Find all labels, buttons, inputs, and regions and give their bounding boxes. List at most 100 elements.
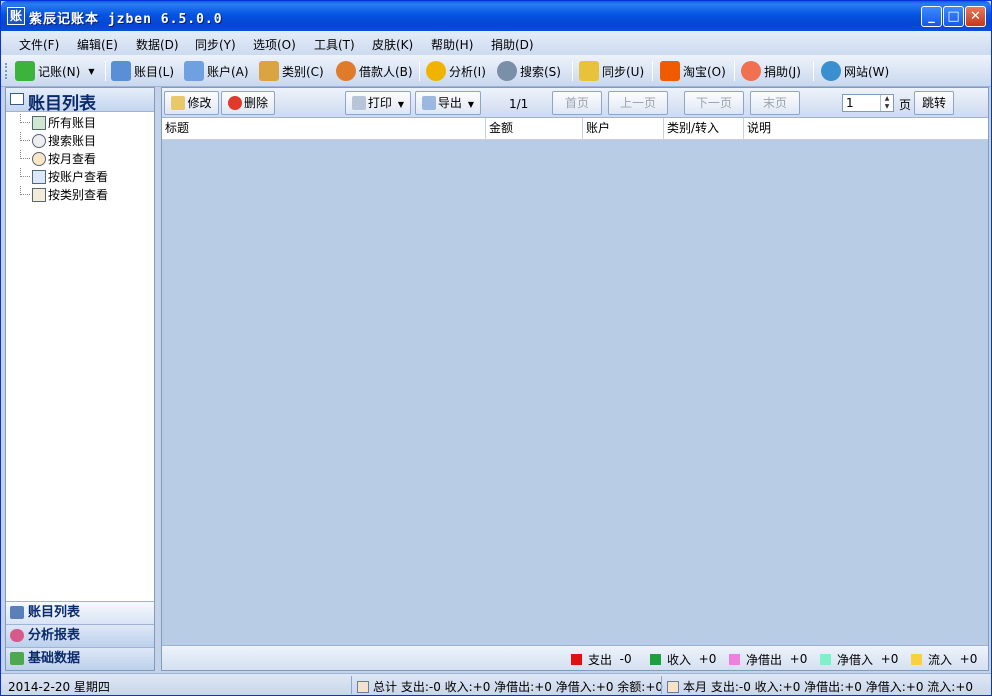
tree-item-search-entries[interactable]: 搜索账目 [12,132,152,150]
status-separator [351,676,352,694]
prev-page-button[interactable]: 上一页 [608,91,668,115]
legend-swatch [650,653,661,665]
delete-button[interactable]: 删除 [221,91,275,115]
menu-skin[interactable]: 皮肤(K) [372,36,413,53]
legend-bar: 支出 -0 收入 +0 净借出 +0 净借入 +0 流入 +0 [162,645,988,670]
main-toolbar: 记账(N) ▼ 账目(L) 账户(A) 类别(C) 借款人(B) 分析(I) 搜… [1,55,991,87]
legend-value: +0 [698,652,717,666]
record-button[interactable]: 记账(N) ▼ [15,59,95,83]
column-header-account[interactable]: 账户 [583,118,664,140]
category-button[interactable]: 类别(C) [259,59,324,83]
nav-tab-reports[interactable]: 分析报表 [6,624,154,647]
window-title: 紫辰记账本 jzben 6.5.0.0 [29,12,223,27]
nav-tab-base-data[interactable]: 基础数据 [6,647,154,670]
menu-options[interactable]: 选项(O) [253,36,296,53]
entry-table-body[interactable] [162,140,988,645]
sync-button[interactable]: 同步(U) [579,59,644,83]
taobao-button[interactable]: 淘宝(O) [660,59,726,83]
legend-swatch [571,653,582,665]
clock-icon [32,152,46,166]
heart-icon [741,61,761,81]
menu-sync[interactable]: 同步(Y) [195,36,236,53]
legend-value: -0 [619,652,632,666]
legend-value: +0 [789,652,808,666]
app-window: 账 紫辰记账本 jzben 6.5.0.0 _ □ ✕ 文件(F) 编辑(E) … [0,0,992,696]
title-bar[interactable]: 账 紫辰记账本 jzben 6.5.0.0 _ □ ✕ [1,1,991,31]
tree-item-by-month[interactable]: 按月查看 [12,150,152,168]
legend-label: 净借出 [746,652,783,667]
status-bar: 2014-2-20 星期四 总计 支出:-0 收入:+0 净借出:+0 净借入:… [1,673,991,695]
tree-item-by-category[interactable]: 按类别查看 [12,186,152,204]
maximize-icon: □ [947,9,960,24]
taobao-icon [660,61,680,81]
column-header-amount[interactable]: 金额 [486,118,583,140]
legend-net-borrow: 净借入 +0 [820,652,898,667]
donate-button[interactable]: 捐助(J) [741,59,801,83]
jump-button[interactable]: 跳转 [914,91,954,115]
minimize-button[interactable]: _ [921,6,942,27]
ledger-button[interactable]: 账目(L) [111,59,174,83]
export-button[interactable]: 导出 ▼ [415,91,481,115]
tree-item-label: 按账户查看 [48,170,109,184]
print-button[interactable]: 打印 ▼ [345,91,411,115]
minimize-icon: _ [928,9,935,24]
nav-tab-label: 账目列表 [28,605,81,620]
next-page-button[interactable]: 下一页 [684,91,744,115]
record-dropdown-icon[interactable]: ▼ [88,67,94,76]
status-separator [661,676,662,694]
category-icon [259,61,279,81]
maximize-button[interactable]: □ [943,6,964,27]
status-month: 本月 支出:-0 收入:+0 净借出:+0 净借入:+0 流入:+0 [667,678,973,695]
menu-donate[interactable]: 捐助(D) [491,36,534,53]
list-icon [10,606,24,619]
last-page-button[interactable]: 末页 [750,91,800,115]
first-page-button[interactable]: 首页 [552,91,602,115]
total-calc-icon [357,680,369,693]
nav-tab-entry-list[interactable]: 账目列表 [6,601,154,624]
sync-label: 同步(U) [602,64,645,79]
toolbar-grip[interactable] [5,63,8,79]
account-button[interactable]: 账户(A) [184,59,249,83]
column-header-category[interactable]: 类别/转入 [664,118,744,140]
account-view-icon [32,170,46,184]
search-label: 搜索(S) [520,64,561,79]
magnifier-icon [497,61,517,81]
spin-down-icon[interactable]: ▼ [881,103,893,111]
page-spinner[interactable]: ▲ ▼ [880,95,893,111]
menu-tools[interactable]: 工具(T) [314,36,355,53]
nav-tab-label: 分析报表 [28,628,81,643]
status-month-text: 本月 支出:-0 收入:+0 净借出:+0 净借入:+0 流入:+0 [683,680,974,694]
tree-item-label: 按类别查看 [48,188,109,202]
account-icon [184,61,204,81]
tree-item-label: 所有账目 [48,116,97,130]
borrower-button[interactable]: 借款人(B) [336,59,413,83]
all-entries-icon [32,116,46,130]
toolbar-separator [813,61,814,81]
tree-item-by-account[interactable]: 按账户查看 [12,168,152,186]
menu-file[interactable]: 文件(F) [19,36,59,53]
left-panel-header: 账目列表 [6,88,154,114]
search-button[interactable]: 搜索(S) [497,59,561,83]
edit-button[interactable]: 修改 [164,91,219,115]
menu-help[interactable]: 帮助(H) [431,36,473,53]
print-dropdown-icon[interactable]: ▼ [398,100,404,109]
spin-up-icon[interactable]: ▲ [881,95,893,103]
website-button[interactable]: 网站(W) [821,59,889,83]
left-panel: 账目列表 所有账目 搜索账目 按月查看 按账户查看 按类别查看 账目列表 分析报… [5,87,155,671]
column-header-note[interactable]: 说明 [744,118,988,140]
nav-tabs: 账目列表 分析报表 基础数据 [6,601,154,670]
page-unit-label: 页 [899,98,912,112]
toolbar-separator [105,61,106,81]
tree-item-all-entries[interactable]: 所有账目 [12,114,152,132]
record-label: 记账(N) [38,64,81,79]
borrower-label: 借款人(B) [359,64,413,79]
toolbar-separator [734,61,735,81]
analysis-button[interactable]: 分析(I) [426,59,486,83]
export-label: 导出 [437,96,462,110]
export-icon [421,96,436,110]
export-dropdown-icon[interactable]: ▼ [468,100,474,109]
menu-data[interactable]: 数据(D) [136,36,179,53]
menu-edit[interactable]: 编辑(E) [77,36,118,53]
column-header-title[interactable]: 标题 [162,118,486,140]
close-button[interactable]: ✕ [965,6,986,27]
